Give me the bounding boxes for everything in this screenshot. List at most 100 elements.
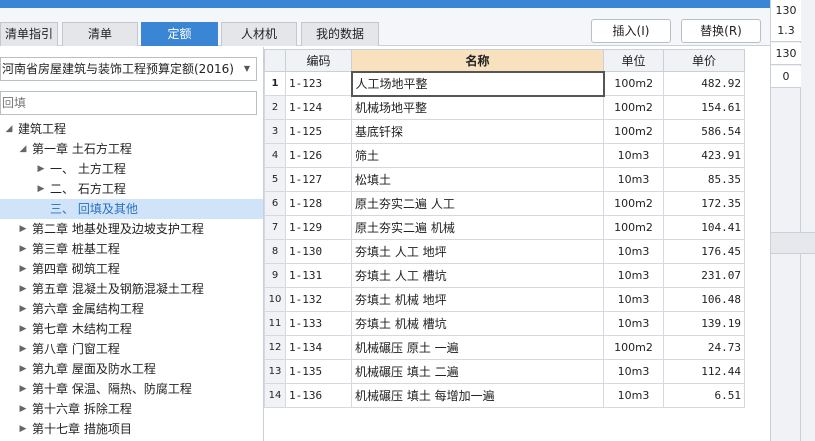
- unit-cell[interactable]: 100m2: [603, 71, 664, 96]
- tree-node[interactable]: 三、 回填及其他: [0, 199, 263, 219]
- tree-node[interactable]: ▶ 第七章 木结构工程: [0, 319, 263, 339]
- name-cell[interactable]: 夯填土 机械 地坪: [351, 287, 604, 312]
- name-cell[interactable]: 机械碾压 原土 一遍: [351, 335, 604, 360]
- row-number-cell[interactable]: 11: [264, 311, 286, 336]
- row-number-cell[interactable]: 10: [264, 287, 286, 312]
- code-cell[interactable]: 1-125: [285, 119, 352, 144]
- caret-right-icon[interactable]: ▶: [18, 339, 28, 359]
- caret-right-icon[interactable]: ▶: [18, 259, 28, 279]
- row-number-cell[interactable]: 7: [264, 215, 286, 240]
- unit-cell[interactable]: 10m3: [603, 383, 664, 408]
- name-cell[interactable]: 夯填土 机械 槽坑: [351, 311, 604, 336]
- price-cell[interactable]: 423.91: [663, 143, 745, 168]
- tree-node[interactable]: ▶ 第二章 地基处理及边坡支护工程: [0, 219, 263, 239]
- quota-library-select[interactable]: 河南省房屋建筑与装饰工程预算定额(2016) ▼: [0, 57, 257, 81]
- code-cell[interactable]: 1-130: [285, 239, 352, 264]
- table-row[interactable]: 14 1-136 机械碾压 填土 每增加一遍 10m3 6.51: [264, 383, 745, 408]
- unit-cell[interactable]: 100m2: [603, 95, 664, 120]
- row-number-cell[interactable]: 13: [264, 359, 286, 384]
- code-cell[interactable]: 1-132: [285, 287, 352, 312]
- row-number-cell[interactable]: 4: [264, 143, 286, 168]
- caret-right-icon[interactable]: ▶: [18, 379, 28, 399]
- tree-node[interactable]: ◢ 建筑工程: [0, 119, 263, 139]
- name-cell[interactable]: 基底钎探: [351, 119, 604, 144]
- name-cell[interactable]: 人工场地平整: [350, 70, 605, 97]
- tree-node[interactable]: ▶ 第十七章 措施项目: [0, 419, 263, 439]
- code-cell[interactable]: 1-128: [285, 191, 352, 216]
- table-row[interactable]: 9 1-131 夯填土 人工 槽坑 10m3 231.07: [264, 263, 745, 288]
- row-number-cell[interactable]: 8: [264, 239, 286, 264]
- unit-cell[interactable]: 100m2: [603, 335, 664, 360]
- tree-node[interactable]: ▶ 第九章 屋面及防水工程: [0, 359, 263, 379]
- name-cell[interactable]: 机械碾压 填土 二遍: [351, 359, 604, 384]
- caret-right-icon[interactable]: ▶: [18, 359, 28, 379]
- chevron-down-icon[interactable]: ▼: [244, 58, 250, 80]
- name-cell[interactable]: 机械场地平整: [351, 95, 604, 120]
- insert-button[interactable]: 插入(I): [591, 19, 671, 43]
- unit-cell[interactable]: 10m3: [603, 311, 664, 336]
- price-cell[interactable]: 154.61: [663, 95, 745, 120]
- code-cell[interactable]: 1-129: [285, 215, 352, 240]
- code-cell[interactable]: 1-124: [285, 95, 352, 120]
- unit-cell[interactable]: 10m3: [603, 143, 664, 168]
- right-value-cell[interactable]: 130: [771, 0, 801, 22]
- caret-right-icon[interactable]: ▶: [36, 159, 46, 179]
- caret-right-icon[interactable]: ▶: [18, 419, 28, 439]
- column-header-unit[interactable]: 单位: [603, 49, 664, 72]
- table-row[interactable]: 3 1-125 基底钎探 100m2 586.54: [264, 119, 745, 144]
- right-value-cell[interactable]: 1.3: [771, 20, 801, 42]
- tab-bill[interactable]: 清单: [62, 22, 138, 46]
- unit-cell[interactable]: 100m2: [603, 191, 664, 216]
- table-row[interactable]: 12 1-134 机械碾压 原土 一遍 100m2 24.73: [264, 335, 745, 360]
- caret-right-icon[interactable]: ▶: [18, 399, 28, 419]
- row-number-cell[interactable]: 1: [264, 71, 286, 96]
- code-cell[interactable]: 1-133: [285, 311, 352, 336]
- row-number-cell[interactable]: 6: [264, 191, 286, 216]
- row-number-cell[interactable]: 3: [264, 119, 286, 144]
- price-cell[interactable]: 104.41: [663, 215, 745, 240]
- caret-right-icon[interactable]: ▶: [18, 219, 28, 239]
- table-row[interactable]: 10 1-132 夯填土 机械 地坪 10m3 106.48: [264, 287, 745, 312]
- name-cell[interactable]: 原土夯实二遍 机械: [351, 215, 604, 240]
- price-cell[interactable]: 24.73: [663, 335, 745, 360]
- caret-expanded-icon[interactable]: ◢: [18, 139, 28, 159]
- table-row[interactable]: 2 1-124 机械场地平整 100m2 154.61: [264, 95, 745, 120]
- tree-node[interactable]: ▶ 二、 石方工程: [0, 179, 263, 199]
- name-cell[interactable]: 夯填土 人工 槽坑: [351, 263, 604, 288]
- caret-right-icon[interactable]: ▶: [18, 279, 28, 299]
- tab-my-data[interactable]: 我的数据: [301, 22, 379, 46]
- price-cell[interactable]: 85.35: [663, 167, 745, 192]
- unit-cell[interactable]: 100m2: [603, 119, 664, 144]
- tree-node[interactable]: ▶ 第三章 桩基工程: [0, 239, 263, 259]
- name-cell[interactable]: 机械碾压 填土 每增加一遍: [351, 383, 604, 408]
- table-row[interactable]: 8 1-130 夯填土 人工 地坪 10m3 176.45: [264, 239, 745, 264]
- tree-node[interactable]: ▶ 第五章 混凝土及钢筋混凝土工程: [0, 279, 263, 299]
- code-cell[interactable]: 1-134: [285, 335, 352, 360]
- tree-node[interactable]: ▶ 第十章 保温、隔热、防腐工程: [0, 379, 263, 399]
- name-cell[interactable]: 筛土: [351, 143, 604, 168]
- price-cell[interactable]: 231.07: [663, 263, 745, 288]
- column-header-price[interactable]: 单价: [663, 49, 745, 72]
- caret-right-icon[interactable]: ▶: [36, 179, 46, 199]
- tree-node[interactable]: ▶ 第六章 金属结构工程: [0, 299, 263, 319]
- right-value-cell[interactable]: 0: [771, 66, 801, 88]
- table-row[interactable]: 5 1-127 松填土 10m3 85.35: [264, 167, 745, 192]
- table-row[interactable]: 11 1-133 夯填土 机械 槽坑 10m3 139.19: [264, 311, 745, 336]
- row-number-cell[interactable]: 9: [264, 263, 286, 288]
- tab-bill-guide[interactable]: 清单指引: [0, 22, 58, 46]
- table-row[interactable]: 1 1-123 人工场地平整 100m2 482.92: [264, 70, 745, 97]
- price-cell[interactable]: 112.44: [663, 359, 745, 384]
- price-cell[interactable]: 172.35: [663, 191, 745, 216]
- table-row[interactable]: 4 1-126 筛土 10m3 423.91: [264, 143, 745, 168]
- code-cell[interactable]: 1-135: [285, 359, 352, 384]
- unit-cell[interactable]: 10m3: [603, 167, 664, 192]
- caret-right-icon[interactable]: ▶: [18, 239, 28, 259]
- price-cell[interactable]: 139.19: [663, 311, 745, 336]
- unit-cell[interactable]: 100m2: [603, 215, 664, 240]
- name-cell[interactable]: 松填土: [351, 167, 604, 192]
- code-cell[interactable]: 1-126: [285, 143, 352, 168]
- unit-cell[interactable]: 10m3: [603, 263, 664, 288]
- price-cell[interactable]: 176.45: [663, 239, 745, 264]
- unit-cell[interactable]: 10m3: [603, 359, 664, 384]
- row-number-cell[interactable]: 2: [264, 95, 286, 120]
